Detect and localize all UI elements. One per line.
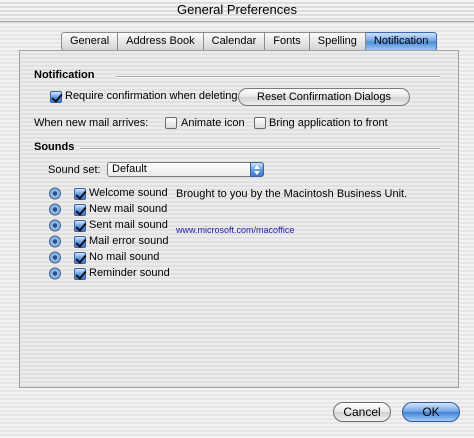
animate-icon-checkbox[interactable] <box>165 117 177 129</box>
tab-notification[interactable]: Notification <box>365 32 438 51</box>
new-mail-sound-label: New mail sound <box>89 203 168 215</box>
speaker-icon[interactable] <box>48 203 62 216</box>
mail-error-sound-checkbox[interactable] <box>74 236 86 248</box>
welcome-sound-checkbox[interactable] <box>74 188 86 200</box>
reminder-sound-label: Reminder sound <box>89 267 170 279</box>
macoffice-link[interactable]: www.microsoft.com/macoffice <box>176 225 294 235</box>
tab-general[interactable]: General <box>61 32 119 51</box>
no-mail-sound-checkbox[interactable] <box>74 252 86 264</box>
new-mail-sound-checkbox[interactable] <box>74 204 86 216</box>
speaker-icon[interactable] <box>48 235 62 248</box>
notification-panel: Notification Require confirmation when d… <box>19 50 459 388</box>
bring-to-front-checkbox[interactable] <box>254 117 266 129</box>
credit-text: Brought to you by the Macintosh Business… <box>176 188 408 200</box>
tab-fonts[interactable]: Fonts <box>265 32 310 51</box>
sounds-section-title: Sounds <box>34 141 75 153</box>
tab-calendar[interactable]: Calendar <box>203 32 266 51</box>
speaker-icon[interactable] <box>48 219 62 232</box>
tab-address-book[interactable]: Address Book <box>118 32 204 51</box>
tab-spelling[interactable]: Spelling <box>309 32 366 51</box>
tab-bar: General Address Book Calendar Fonts Spel… <box>61 32 438 51</box>
welcome-sound-label: Welcome sound <box>89 187 168 199</box>
ok-button[interactable]: OK <box>402 402 460 422</box>
animate-icon-label: Animate icon <box>181 117 245 129</box>
notification-divider <box>116 76 440 78</box>
speaker-icon[interactable] <box>48 187 62 200</box>
reset-confirmation-dialogs-button[interactable]: Reset Confirmation Dialogs <box>238 88 410 106</box>
no-mail-sound-label: No mail sound <box>89 251 160 263</box>
speaker-icon[interactable] <box>48 267 62 280</box>
reminder-sound-checkbox[interactable] <box>74 268 86 280</box>
sound-set-value: Default <box>112 163 147 175</box>
sent-mail-sound-label: Sent mail sound <box>89 219 168 231</box>
bring-to-front-label: Bring application to front <box>269 117 388 129</box>
mail-error-sound-label: Mail error sound <box>89 235 169 247</box>
require-confirmation-label: Require confirmation when deleting <box>65 90 238 102</box>
speaker-icon[interactable] <box>48 251 62 264</box>
sound-set-popup[interactable]: Default <box>107 162 264 177</box>
popup-arrows-icon <box>250 162 264 177</box>
sent-mail-sound-checkbox[interactable] <box>74 220 86 232</box>
notification-section-title: Notification <box>34 69 95 81</box>
cancel-button[interactable]: Cancel <box>333 402 391 422</box>
sounds-divider <box>80 148 440 150</box>
sound-set-label: Sound set: <box>48 164 101 176</box>
new-mail-label: When new mail arrives: <box>34 117 149 129</box>
window-title: General Preferences <box>0 0 474 22</box>
require-confirmation-checkbox[interactable] <box>50 91 62 103</box>
